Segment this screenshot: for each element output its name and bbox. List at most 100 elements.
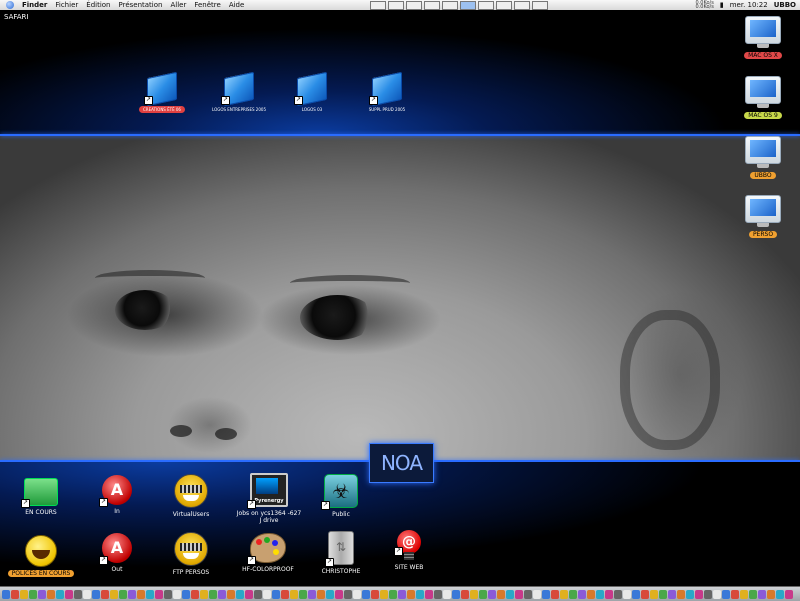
apple-menu-icon[interactable] bbox=[6, 1, 14, 9]
volume-ubbo[interactable]: UBBO bbox=[738, 136, 788, 179]
dock-item-icon[interactable] bbox=[137, 589, 145, 599]
dock-item-icon[interactable] bbox=[596, 589, 604, 599]
dock-item-icon[interactable] bbox=[353, 589, 361, 599]
dock-item-icon[interactable] bbox=[713, 589, 721, 599]
dock-item-icon[interactable] bbox=[641, 589, 649, 599]
folder-creations[interactable]: ↗ CREATIONS ÉTÉ 06 bbox=[130, 71, 194, 113]
dock-item-icon[interactable] bbox=[452, 589, 460, 599]
dock-item-icon[interactable] bbox=[488, 589, 496, 599]
dock-item-icon[interactable] bbox=[281, 589, 289, 599]
item-in[interactable]: ↗ In bbox=[92, 475, 142, 515]
dock-item-icon[interactable] bbox=[65, 589, 73, 599]
dock-item-icon[interactable] bbox=[767, 589, 775, 599]
menu-clock[interactable]: mer. 10:22 bbox=[730, 1, 768, 9]
dock-item-icon[interactable] bbox=[623, 589, 631, 599]
dock-item-icon[interactable] bbox=[749, 589, 757, 599]
dock-item-icon[interactable] bbox=[173, 589, 181, 599]
dock-item-icon[interactable] bbox=[650, 589, 658, 599]
dock-item-icon[interactable] bbox=[146, 589, 154, 599]
menu-fenetre[interactable]: Fenêtre bbox=[194, 1, 220, 9]
dock-item-icon[interactable] bbox=[398, 589, 406, 599]
dock-item-icon[interactable] bbox=[218, 589, 226, 599]
dock-item-icon[interactable] bbox=[740, 589, 748, 599]
dock-item-icon[interactable] bbox=[11, 589, 19, 599]
dock-item-icon[interactable] bbox=[119, 589, 127, 599]
dock-item-icon[interactable] bbox=[758, 589, 766, 599]
volume-perso[interactable]: PERSO bbox=[738, 195, 788, 238]
dock-item-icon[interactable] bbox=[155, 589, 163, 599]
folder-suppl-prud[interactable]: ↗ SUPPL PRUD 2005 bbox=[355, 71, 419, 113]
item-en-cours[interactable]: ↗ EN COURS bbox=[16, 478, 66, 516]
dock-item-icon[interactable] bbox=[659, 589, 667, 599]
dock-item-icon[interactable] bbox=[56, 589, 64, 599]
menu-edition[interactable]: Édition bbox=[86, 1, 110, 9]
dock-item-icon[interactable] bbox=[560, 589, 568, 599]
dock-item-icon[interactable] bbox=[515, 589, 523, 599]
dock-item-icon[interactable] bbox=[380, 589, 388, 599]
dock-item-icon[interactable] bbox=[479, 589, 487, 599]
dock-item-icon[interactable] bbox=[209, 589, 217, 599]
dock-item-icon[interactable] bbox=[110, 589, 118, 599]
menu-aller[interactable]: Aller bbox=[170, 1, 186, 9]
folder-logos-entreprises[interactable]: ↗ LOGOS ENTREPRISES 2005 bbox=[203, 71, 275, 113]
dock-item-icon[interactable] bbox=[686, 589, 694, 599]
dock-item-icon[interactable] bbox=[164, 589, 172, 599]
dock-item-icon[interactable] bbox=[731, 589, 739, 599]
dock-item-icon[interactable] bbox=[182, 589, 190, 599]
dock-item-icon[interactable] bbox=[434, 589, 442, 599]
dock-item-icon[interactable] bbox=[776, 589, 784, 599]
dock-item-icon[interactable] bbox=[470, 589, 478, 599]
dock-item-icon[interactable] bbox=[74, 589, 82, 599]
dock-item-icon[interactable] bbox=[443, 589, 451, 599]
item-out[interactable]: ↗ Out bbox=[92, 533, 142, 573]
dock-item-icon[interactable] bbox=[227, 589, 235, 599]
dock-item-icon[interactable] bbox=[200, 589, 208, 599]
dock-item-icon[interactable] bbox=[254, 589, 262, 599]
dock-item-icon[interactable] bbox=[272, 589, 280, 599]
dock-item-icon[interactable] bbox=[461, 589, 469, 599]
dock-item-icon[interactable] bbox=[407, 589, 415, 599]
dock-item-icon[interactable] bbox=[29, 589, 37, 599]
dock-item-icon[interactable] bbox=[605, 589, 613, 599]
menu-fichier[interactable]: Fichier bbox=[55, 1, 78, 9]
dock-item-icon[interactable] bbox=[263, 589, 271, 599]
dock-item-icon[interactable] bbox=[83, 589, 91, 599]
dock-item-icon[interactable] bbox=[614, 589, 622, 599]
dock-item-icon[interactable] bbox=[578, 589, 586, 599]
item-hf-colorproof[interactable]: ↗ HF-COLORPROOF bbox=[238, 533, 298, 573]
dock-item-icon[interactable] bbox=[542, 589, 550, 599]
dock-item-icon[interactable] bbox=[38, 589, 46, 599]
dock-item-icon[interactable] bbox=[371, 589, 379, 599]
dock-item-icon[interactable] bbox=[92, 589, 100, 599]
dock-item-icon[interactable] bbox=[632, 589, 640, 599]
dock-item-icon[interactable] bbox=[677, 589, 685, 599]
dock-item-icon[interactable] bbox=[668, 589, 676, 599]
item-ftp-persos[interactable]: FTP PERSOS bbox=[166, 532, 216, 576]
dock-item-icon[interactable] bbox=[128, 589, 136, 599]
dock-item-icon[interactable] bbox=[416, 589, 424, 599]
dock-item-icon[interactable] bbox=[704, 589, 712, 599]
dock-item-icon[interactable] bbox=[551, 589, 559, 599]
dock-item-icon[interactable] bbox=[308, 589, 316, 599]
dock-item-icon[interactable] bbox=[785, 589, 793, 599]
menu-extras-tray[interactable] bbox=[370, 1, 548, 10]
item-virtualusers[interactable]: VirtualUsers bbox=[166, 474, 216, 518]
item-jobs-drive[interactable]: Pyrenergy ↗ Jobs on ycs1364 -627 J drive bbox=[236, 473, 302, 524]
dock-item-icon[interactable] bbox=[191, 589, 199, 599]
dock-item-icon[interactable] bbox=[506, 589, 514, 599]
dock-item-icon[interactable] bbox=[317, 589, 325, 599]
menu-app-finder[interactable]: Finder bbox=[22, 1, 47, 9]
dock-item-icon[interactable] bbox=[290, 589, 298, 599]
item-christophe[interactable]: ↗ CHRISTOPHE bbox=[316, 531, 366, 575]
dock-item-icon[interactable] bbox=[695, 589, 703, 599]
dock-item-icon[interactable] bbox=[236, 589, 244, 599]
folder-logos-03[interactable]: ↗ LOGOS 03 bbox=[285, 71, 339, 113]
flag-icon[interactable]: ▮ bbox=[720, 1, 724, 9]
dock-item-icon[interactable] bbox=[389, 589, 397, 599]
dock-item-icon[interactable] bbox=[20, 589, 28, 599]
menu-aide[interactable]: Aide bbox=[229, 1, 244, 9]
item-public[interactable]: ☣ ↗ Public bbox=[316, 474, 366, 518]
dock-item-icon[interactable] bbox=[425, 589, 433, 599]
dock-item-icon[interactable] bbox=[569, 589, 577, 599]
dock-item-icon[interactable] bbox=[497, 589, 505, 599]
